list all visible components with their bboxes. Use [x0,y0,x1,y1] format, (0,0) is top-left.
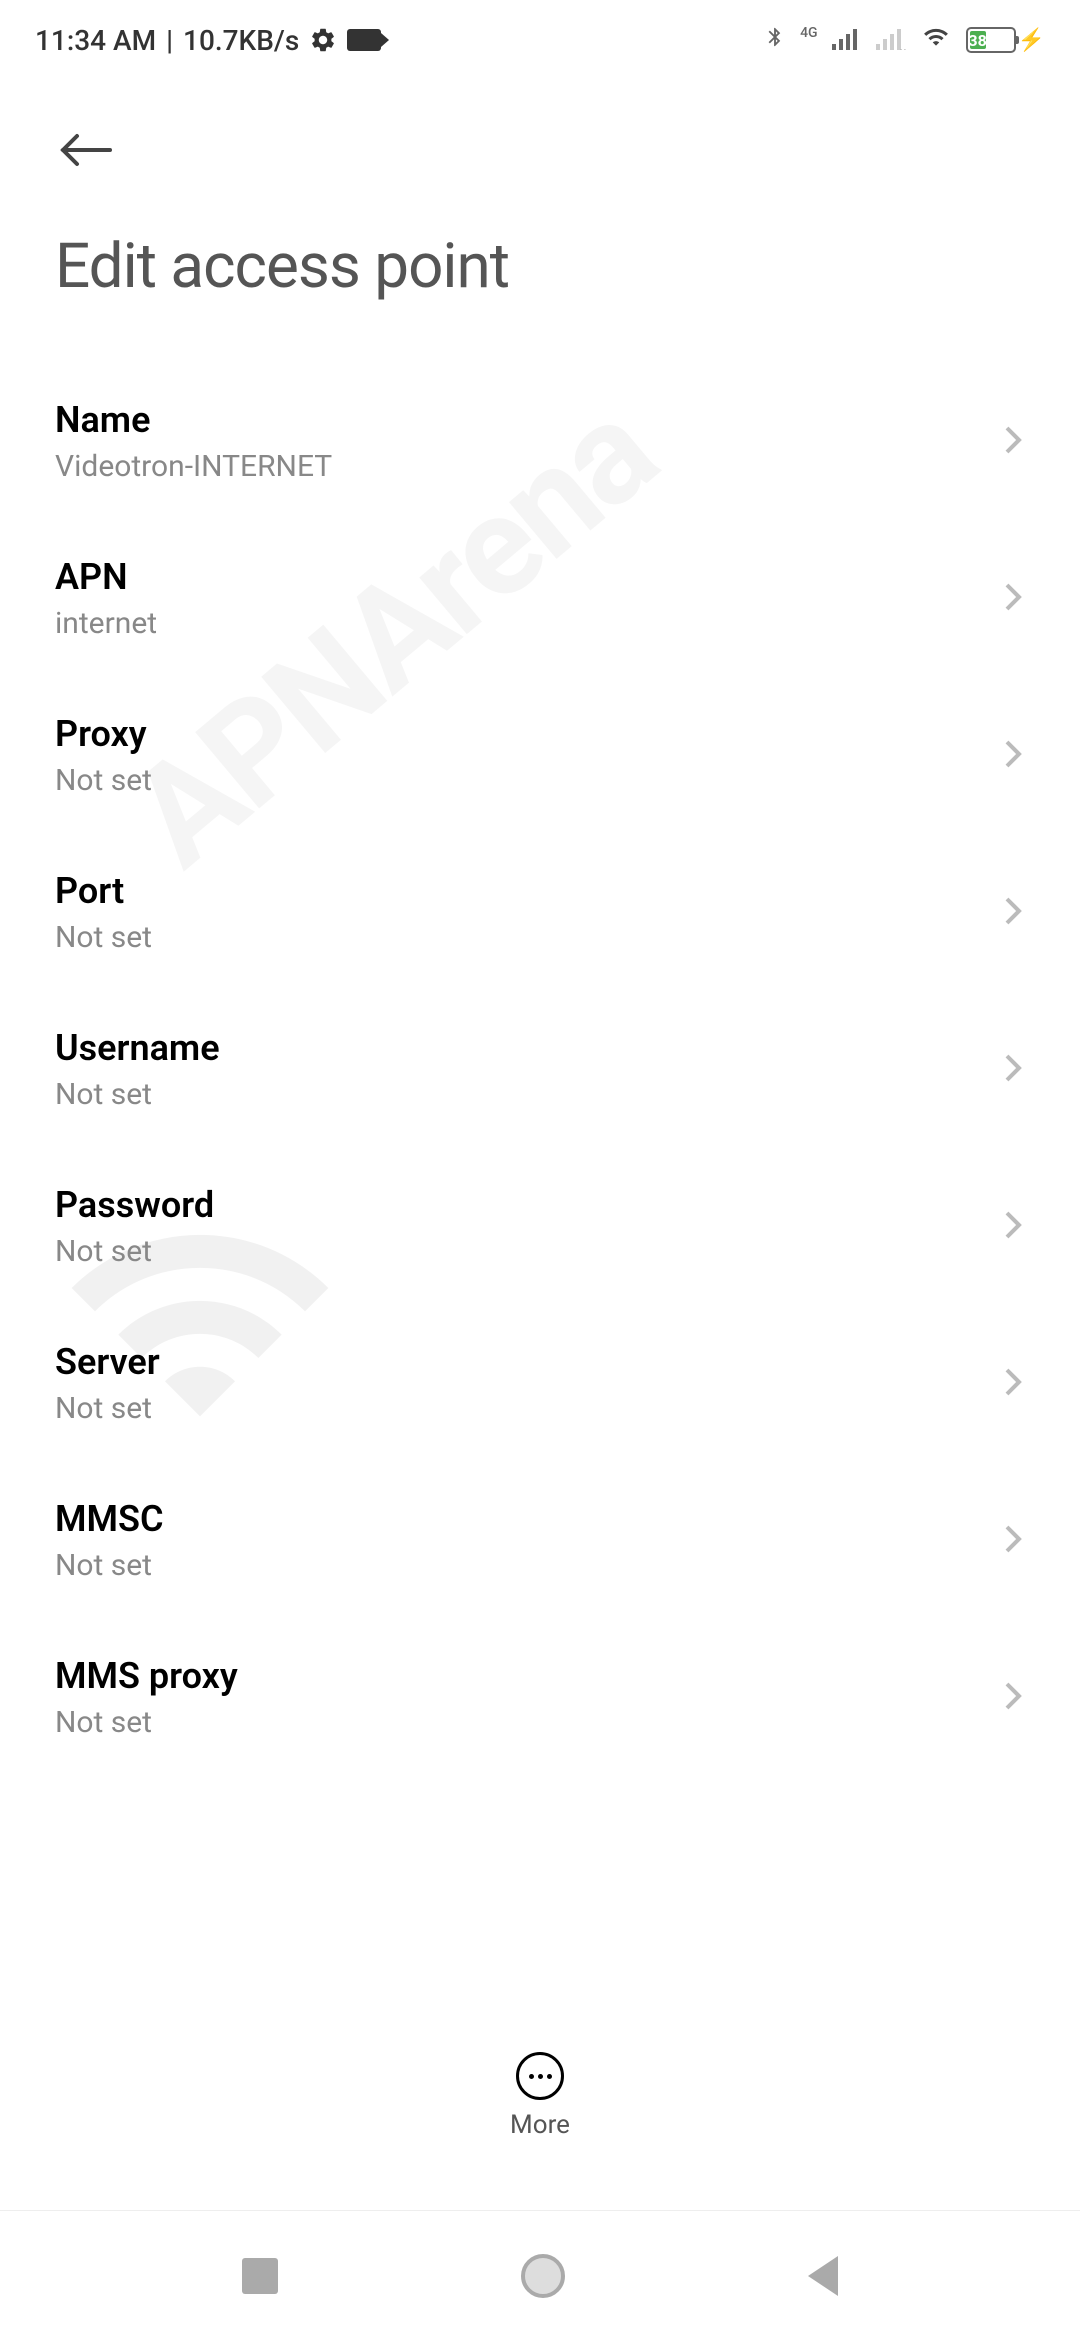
more-icon [516,2052,564,2100]
setting-value: Videotron-INTERNET [55,449,1001,484]
setting-value: internet [55,606,1001,641]
status-time: 11:34 AM [35,24,156,57]
setting-value: Not set [55,920,1001,955]
chevron-right-icon [1001,577,1025,621]
chevron-right-icon [1001,1048,1025,1092]
back-button[interactable] [55,120,115,180]
setting-label: MMSC [55,1498,1001,1540]
setting-label: Port [55,870,1001,912]
settings-list: APNArena Name Videotron-INTERNET APN int… [0,303,1080,1776]
chevron-right-icon [1001,1205,1025,1249]
status-data-rate: 10.7KB/s [183,24,299,57]
setting-proxy[interactable]: Proxy Not set [55,677,1025,834]
setting-value: Not set [55,1705,1001,1740]
status-bar: 11:34 AM | 10.7KB/s 4G x 38 ⚡ [0,0,1080,80]
app-header: Edit access point [0,80,1080,303]
setting-label: APN [55,556,1001,598]
setting-mmsc[interactable]: MMSC Not set [55,1462,1025,1619]
setting-value: Not set [55,1548,1001,1583]
setting-value: Not set [55,1391,1001,1426]
setting-value: Not set [55,763,1001,798]
chevron-right-icon [1001,734,1025,778]
nav-recent-button[interactable] [242,2258,278,2294]
setting-label: Server [55,1341,1001,1383]
bluetooth-icon [764,22,786,59]
status-left: 11:34 AM | 10.7KB/s [35,24,381,57]
setting-username[interactable]: Username Not set [55,991,1025,1148]
chevron-right-icon [1001,891,1025,935]
status-right: 4G x 38 ⚡ [764,22,1045,59]
setting-value: Not set [55,1077,1001,1112]
battery-indicator: 38 ⚡ [966,27,1045,53]
svg-text:x: x [900,45,906,50]
chevron-right-icon [1001,1676,1025,1720]
more-label: More [510,2110,570,2140]
nav-home-button[interactable] [521,2254,565,2298]
setting-mms-proxy[interactable]: MMS proxy Not set [55,1619,1025,1776]
setting-server[interactable]: Server Not set [55,1305,1025,1462]
gear-icon [309,26,337,54]
setting-apn[interactable]: APN internet [55,520,1025,677]
charging-icon: ⚡ [1018,28,1045,53]
status-separator: | [166,24,173,57]
setting-password[interactable]: Password Not set [55,1148,1025,1305]
setting-label: MMS proxy [55,1655,1001,1697]
setting-port[interactable]: Port Not set [55,834,1025,991]
network-type-label: 4G [800,25,818,41]
chevron-right-icon [1001,420,1025,464]
chevron-right-icon [1001,1362,1025,1406]
page-title: Edit access point [55,230,1025,303]
signal-sim1-icon [832,24,862,57]
navigation-bar [0,2210,1080,2340]
setting-label: Proxy [55,713,1001,755]
wifi-icon [920,24,952,57]
setting-name[interactable]: Name Videotron-INTERNET [55,363,1025,520]
setting-label: Username [55,1027,1001,1069]
chevron-right-icon [1001,1519,1025,1563]
more-button[interactable]: More [0,2032,1080,2140]
setting-label: Name [55,399,1001,441]
signal-sim2-icon: x [876,24,906,57]
setting-label: Password [55,1184,1001,1226]
nav-back-button[interactable] [808,2256,838,2296]
camera-icon [347,29,381,51]
setting-value: Not set [55,1234,1001,1269]
battery-percent: 38 [970,31,986,49]
